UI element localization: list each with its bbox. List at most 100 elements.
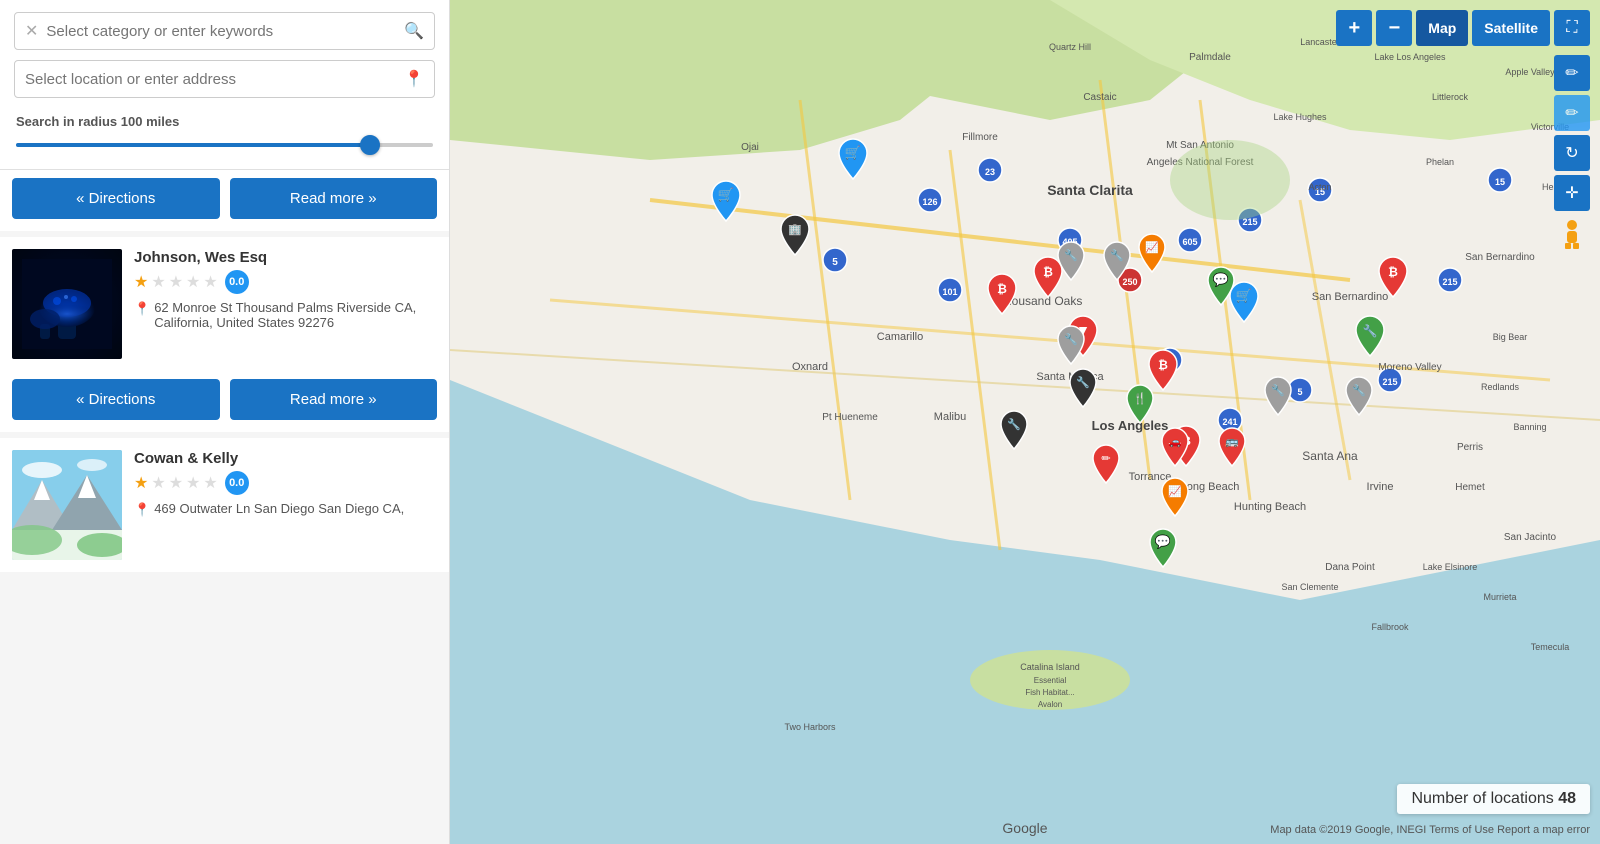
card-3-content: Cowan & Kelly ★ ★ ★ ★ ★ 0.0 📍 469 Outwat… (0, 438, 449, 572)
svg-text:Essential: Essential (1034, 676, 1067, 685)
svg-text:Irvine: Irvine (1367, 481, 1394, 493)
svg-text:Hemet: Hemet (1455, 482, 1485, 493)
person-icon-button[interactable] (1554, 215, 1590, 251)
svg-text:Santa Clarita: Santa Clarita (1047, 182, 1133, 198)
card-1-buttons: « Directions Read more » (0, 170, 449, 231)
svg-text:Ojai: Ojai (741, 142, 759, 153)
location-input[interactable] (25, 71, 404, 88)
refresh-button[interactable]: ↻ (1554, 135, 1590, 171)
search-keyword-icon[interactable]: 🔍 (404, 21, 424, 41)
readmore-button-1[interactable]: Read more » (230, 178, 438, 219)
svg-text:Moreno Valley: Moreno Valley (1378, 362, 1441, 373)
address-text-3: 469 Outwater Ln San Diego San Diego CA, (154, 501, 404, 518)
keyword-input[interactable] (46, 23, 404, 40)
star3-2: ★ (151, 473, 165, 493)
move-button[interactable]: ✛ (1554, 175, 1590, 211)
edit-alt-button[interactable]: ✏ (1554, 95, 1590, 131)
svg-text:Acton: Acton (1308, 182, 1331, 192)
star3-3: ★ (169, 473, 183, 493)
svg-text:Fillmore: Fillmore (962, 132, 998, 143)
slider-track (16, 143, 433, 147)
svg-text:Malibu: Malibu (934, 411, 966, 423)
results-list: « Directions Read more » (0, 170, 449, 844)
directions-button-1[interactable]: « Directions (12, 178, 220, 219)
listing-image-2 (12, 249, 122, 359)
map-controls: + − Map Satellite ⛶ (1336, 10, 1590, 46)
svg-text:Big Bear: Big Bear (1493, 332, 1528, 342)
card-2-info: Johnson, Wes Esq ★ ★ ★ ★ ★ 0.0 📍 62 Monr… (134, 249, 437, 330)
star-1: ★ (134, 272, 148, 292)
svg-text:5: 5 (832, 257, 838, 268)
zoom-out-button[interactable]: − (1376, 10, 1412, 46)
svg-text:San Bernardino: San Bernardino (1465, 252, 1535, 263)
result-card-1: « Directions Read more » (0, 170, 449, 231)
svg-text:Pt Hueneme: Pt Hueneme (822, 412, 878, 423)
star3-1: ★ (134, 473, 148, 493)
svg-text:San Clemente: San Clemente (1281, 582, 1338, 592)
svg-text:Littlerock: Littlerock (1432, 92, 1469, 102)
svg-text:Fallbrook: Fallbrook (1371, 622, 1409, 632)
clear-keyword-icon[interactable]: ✕ (25, 21, 38, 41)
star3-4: ★ (186, 473, 200, 493)
star-4: ★ (186, 272, 200, 292)
radius-section: Search in radius 100 miles (14, 108, 435, 159)
svg-text:Catalina Island: Catalina Island (1020, 662, 1080, 672)
map-view-button[interactable]: Map (1416, 10, 1468, 46)
map-attribution: Map data ©2019 Google, INEGI Terms of Us… (1270, 824, 1590, 836)
fullscreen-button[interactable]: ⛶ (1554, 10, 1590, 46)
svg-text:Two Harbors: Two Harbors (784, 722, 836, 732)
edit-button[interactable]: ✏ (1554, 55, 1590, 91)
readmore-button-2[interactable]: Read more » (230, 379, 438, 420)
star3-5: ★ (203, 473, 217, 493)
location-search-box: 📍 (14, 60, 435, 98)
search-section: ✕ 🔍 📍 Search in radius 100 miles (0, 0, 449, 170)
svg-text:405: 405 (1062, 237, 1077, 247)
rating-stars-3: ★ ★ ★ ★ ★ 0.0 (134, 471, 437, 495)
svg-text:250: 250 (1122, 277, 1137, 287)
svg-text:Hunting Beach: Hunting Beach (1234, 501, 1306, 513)
svg-text:605: 605 (1182, 237, 1197, 247)
radius-slider[interactable] (16, 135, 433, 155)
svg-text:Lake Hughes: Lake Hughes (1273, 112, 1327, 122)
svg-text:5: 5 (1297, 387, 1302, 397)
map-side-controls: ✏ ✏ ↻ ✛ (1554, 55, 1590, 251)
keyword-search-box: ✕ 🔍 (14, 12, 435, 50)
svg-text:Los Angeles: Los Angeles (1092, 418, 1169, 433)
svg-text:Torrance: Torrance (1129, 471, 1172, 483)
svg-text:Lake Elsinore: Lake Elsinore (1423, 562, 1478, 572)
svg-text:Long Beach: Long Beach (1181, 481, 1240, 493)
listing-address-3: 📍 469 Outwater Ln San Diego San Diego CA… (134, 501, 437, 518)
zoom-in-button[interactable]: + (1336, 10, 1372, 46)
rating-stars-2: ★ ★ ★ ★ ★ 0.0 (134, 270, 437, 294)
slider-thumb[interactable] (360, 135, 380, 155)
star-3: ★ (169, 272, 183, 292)
card-2-content: Johnson, Wes Esq ★ ★ ★ ★ ★ 0.0 📍 62 Monr… (0, 237, 449, 371)
svg-text:Banning: Banning (1513, 422, 1546, 432)
radius-label: Search in radius 100 miles (16, 114, 433, 129)
svg-text:Castaic: Castaic (1083, 92, 1116, 103)
svg-text:Avalon: Avalon (1038, 700, 1062, 709)
svg-text:Camarillo: Camarillo (877, 331, 923, 343)
star-2: ★ (151, 272, 165, 292)
svg-text:Lancaster: Lancaster (1300, 37, 1340, 47)
svg-text:Lake Los Angeles: Lake Los Angeles (1374, 52, 1446, 62)
directions-button-2[interactable]: « Directions (12, 379, 220, 420)
svg-text:215: 215 (1382, 377, 1397, 387)
svg-text:91: 91 (1165, 357, 1175, 367)
svg-text:Temecula: Temecula (1531, 642, 1570, 652)
svg-text:23: 23 (985, 167, 995, 177)
listing-address-2: 📍 62 Monroe St Thousand Palms Riverside … (134, 300, 437, 330)
location-icon[interactable]: 📍 (404, 69, 424, 89)
svg-text:Palmdale: Palmdale (1189, 52, 1231, 63)
svg-text:Santa Monica: Santa Monica (1036, 371, 1104, 383)
google-watermark: Google (1002, 820, 1047, 836)
satellite-view-button[interactable]: Satellite (1472, 10, 1550, 46)
svg-text:126: 126 (922, 197, 937, 207)
map-section: 5 126 23 101 405 250 605 215 15 91 241 5… (450, 0, 1600, 844)
star-5: ★ (203, 272, 217, 292)
svg-text:Dana Point: Dana Point (1325, 562, 1375, 573)
address-text-2: 62 Monroe St Thousand Palms Riverside CA… (154, 300, 437, 330)
svg-text:15: 15 (1495, 177, 1505, 187)
svg-text:Quartz Hill: Quartz Hill (1049, 42, 1091, 52)
svg-text:Perris: Perris (1457, 442, 1483, 453)
